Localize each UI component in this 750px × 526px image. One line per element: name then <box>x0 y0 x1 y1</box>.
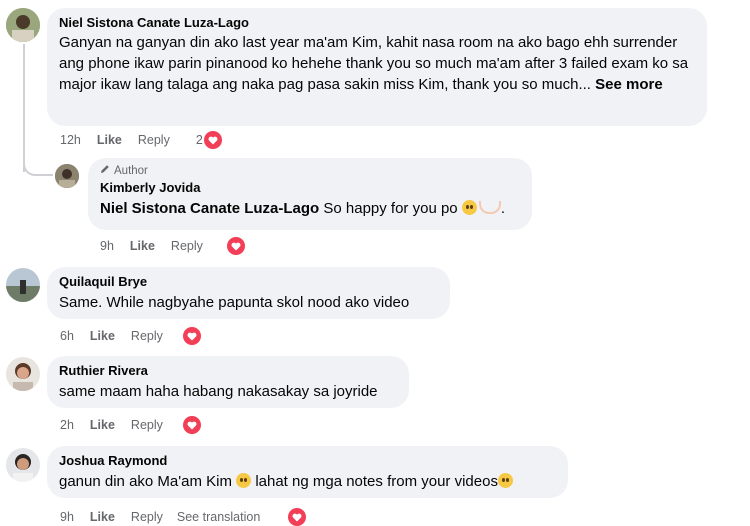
heart-hands-icon <box>478 201 501 214</box>
pleading-face-icon <box>236 473 252 488</box>
reply-time[interactable]: 9h <box>100 239 114 253</box>
comment-author[interactable]: Niel Sistona Canate Luza-Lago <box>59 15 695 30</box>
avatar[interactable] <box>6 357 40 391</box>
reply-button[interactable]: Reply <box>138 133 170 147</box>
reply-actions: 9h Like Reply <box>100 237 245 255</box>
comment-author[interactable]: Ruthier Rivera <box>59 363 397 378</box>
reaction-count[interactable]: 2 <box>196 133 203 147</box>
like-button[interactable]: Like <box>90 329 115 343</box>
comment-text-cont: lahat ng mga notes from your videos <box>255 473 498 490</box>
heart-icon[interactable] <box>203 131 222 149</box>
heart-icon[interactable] <box>288 508 307 526</box>
author-badge: Author <box>114 164 148 177</box>
reply-button[interactable]: Reply <box>131 418 163 432</box>
reply-button[interactable]: Reply <box>171 239 203 253</box>
reply-text: So happy for you po <box>323 200 458 217</box>
comment-text: same maam haha habang nakasakay sa joyri… <box>59 383 378 400</box>
avatar[interactable] <box>6 8 40 42</box>
thread-line-vertical <box>23 44 25 172</box>
reply-author[interactable]: Kimberly Jovida <box>100 180 520 195</box>
like-button[interactable]: Like <box>130 239 155 253</box>
comment-actions: 6h Like Reply <box>60 327 201 345</box>
comment-text: Ganyan na ganyan din ako last year ma'am… <box>59 34 689 93</box>
heart-icon[interactable] <box>182 327 201 345</box>
see-more-link[interactable]: See more <box>595 76 663 93</box>
thread-line-curve <box>23 158 53 176</box>
comment-time[interactable]: 12h <box>60 133 81 147</box>
heart-icon[interactable] <box>182 416 201 434</box>
pleading-face-icon <box>461 200 477 215</box>
comment-bubble: Ruthier Rivera same maam haha habang nak… <box>47 356 409 408</box>
like-button[interactable]: Like <box>97 133 122 147</box>
like-button[interactable]: Like <box>90 418 115 432</box>
comment-bubble: Joshua Raymond ganun din ako Ma'am Kim l… <box>47 446 568 498</box>
comment-bubble: Quilaquil Brye Same. While nagbyahe papu… <box>47 267 450 319</box>
comment-actions: 2h Like Reply <box>60 416 201 434</box>
comment-time[interactable]: 6h <box>60 329 74 343</box>
comment-text: ganun din ako Ma'am Kim <box>59 473 232 490</box>
mention-link[interactable]: Niel Sistona Canate Luza-Lago <box>100 200 319 217</box>
reply-bubble: Author Kimberly Jovida Niel Sistona Cana… <box>88 158 532 230</box>
reply-button[interactable]: Reply <box>131 329 163 343</box>
comment-actions: 9h Like Reply See translation <box>60 508 307 526</box>
pen-icon <box>100 164 110 177</box>
heart-icon[interactable] <box>226 237 245 255</box>
avatar[interactable] <box>6 448 40 482</box>
comment-author[interactable]: Quilaquil Brye <box>59 274 438 289</box>
comment-actions: 12h Like Reply 2 <box>60 131 222 149</box>
comment-text: Same. While nagbyahe papunta skol nood a… <box>59 294 410 311</box>
avatar[interactable] <box>55 164 79 188</box>
avatar[interactable] <box>6 268 40 302</box>
comment-author[interactable]: Joshua Raymond <box>59 453 556 468</box>
comment-time[interactable]: 2h <box>60 418 74 432</box>
pleading-face-icon <box>497 473 513 488</box>
comment-bubble: Niel Sistona Canate Luza-Lago Ganyan na … <box>47 8 707 126</box>
reply-text-end: . <box>500 200 505 217</box>
